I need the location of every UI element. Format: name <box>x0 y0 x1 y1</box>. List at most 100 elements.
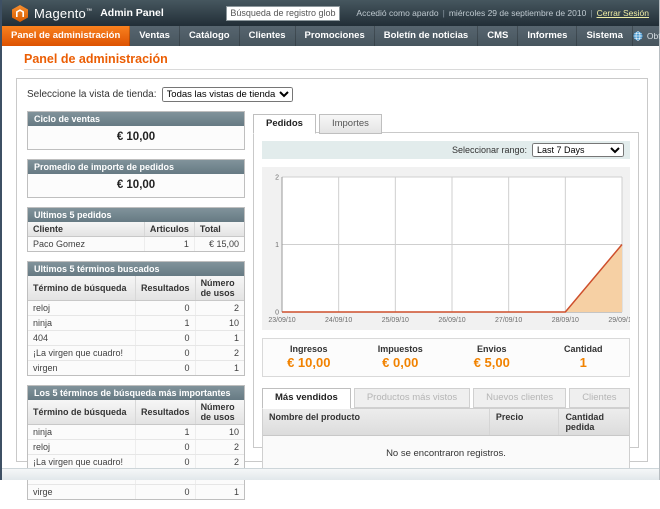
globe-icon <box>633 31 643 41</box>
col-results: Resultados <box>136 276 196 301</box>
last-search-title: Ultimos 5 términos buscados <box>28 262 244 276</box>
last-orders-table: Cliente Articulos Total Paco Gomez 1 € 1… <box>28 222 244 251</box>
logout-link[interactable]: Cerrar Sesión <box>597 8 649 18</box>
svg-text:26/09/10: 26/09/10 <box>438 317 465 324</box>
cell-results: 1 <box>136 316 196 331</box>
tab-amounts[interactable]: Importes <box>319 114 382 134</box>
metric-label: Impuestos <box>355 344 447 354</box>
table-header-row: Cliente Articulos Total <box>28 222 244 237</box>
metric-value: € 5,00 <box>446 355 538 370</box>
tab-most-viewed[interactable]: Productos más vistos <box>354 388 470 408</box>
cell-term: ninja <box>28 316 136 331</box>
cell-term: virge <box>28 485 136 500</box>
cell-term: 404 <box>28 331 136 346</box>
svg-text:0: 0 <box>275 310 279 317</box>
orders-chart-panel: Seleccionar rango: Last 7 Days 0 1 2 23/09/… <box>253 132 639 448</box>
metric-label: Cantidad <box>538 344 630 354</box>
tab-orders[interactable]: Pedidos <box>253 114 316 134</box>
range-strip: Seleccionar rango: Last 7 Days <box>262 141 630 159</box>
page-title: Panel de administración <box>24 52 168 66</box>
nav-item-newsletter[interactable]: Boletín de noticias <box>375 26 478 46</box>
cell-items: 1 <box>144 237 194 252</box>
nav-item-reports[interactable]: Informes <box>518 26 577 46</box>
col-total: Total <box>194 222 244 237</box>
tab-bestsellers[interactable]: Más vendidos <box>262 388 351 409</box>
nav-item-promotions[interactable]: Promociones <box>296 26 375 46</box>
brand-suffix-text: Admin Panel <box>100 7 164 19</box>
logged-in-text: Accedió como apardo <box>356 8 438 18</box>
cell-results: 0 <box>136 331 196 346</box>
svg-text:23/09/10: 23/09/10 <box>268 317 295 324</box>
svg-text:29/09/10: 29/09/10 <box>608 317 630 324</box>
cell-uses: 10 <box>195 425 244 440</box>
table-row[interactable]: reloj02 <box>28 301 244 316</box>
table-row[interactable]: ninja110 <box>28 316 244 331</box>
cell-term: ninja <box>28 425 136 440</box>
tab-customers[interactable]: Clientes <box>569 388 629 408</box>
metric-tax: Impuestos € 0,00 <box>355 344 447 370</box>
top-search-table: Término de búsqueda Resultados Número de… <box>28 400 244 499</box>
cell-results: 0 <box>136 346 196 361</box>
cell-term: ¡La virgen que cuadro! <box>28 346 136 361</box>
store-view-label: Seleccione la vista de tienda: <box>27 89 157 100</box>
col-quantity: Cantidad pedida <box>559 409 629 435</box>
svg-text:24/09/10: 24/09/10 <box>325 317 352 324</box>
last-search-table: Término de búsqueda Resultados Número de… <box>28 276 244 375</box>
last-orders-widget: Ultimos 5 pedidos Cliente Articulos Tota… <box>27 207 245 252</box>
table-row[interactable]: 40401 <box>28 331 244 346</box>
metric-label: Ingresos <box>263 344 355 354</box>
cell-term: reloj <box>28 440 136 455</box>
bestsellers-table: Nombre del producto Precio Cantidad pedi… <box>262 408 630 471</box>
svg-text:25/09/10: 25/09/10 <box>382 317 409 324</box>
nav-item-catalog[interactable]: Catálogo <box>180 26 240 46</box>
range-select[interactable]: Last 7 Days <box>532 143 624 157</box>
nav-item-cms[interactable]: CMS <box>478 26 518 46</box>
lifetime-sales-title: Ciclo de ventas <box>28 112 244 126</box>
col-items: Articulos <box>144 222 194 237</box>
header-session-info: Accedió como apardo|miércoles 29 de sept… <box>356 8 649 18</box>
col-uses: Número de usos <box>195 276 244 301</box>
average-order-title: Promedio de importe de pedidos <box>28 160 244 174</box>
cell-results: 0 <box>136 440 196 455</box>
nav-item-sales[interactable]: Ventas <box>130 26 180 46</box>
help-link[interactable]: Obtener ayuda para esta página <box>633 26 660 46</box>
table-row[interactable]: virgen01 <box>28 361 244 376</box>
lifetime-sales-widget: Ciclo de ventas € 10,00 <box>27 111 245 150</box>
svg-text:28/09/10: 28/09/10 <box>552 317 579 324</box>
store-view-row: Seleccione la vista de tienda: Todas las… <box>27 87 293 102</box>
svg-text:27/09/10: 27/09/10 <box>495 317 522 324</box>
nav-item-system[interactable]: Sistema <box>577 26 632 46</box>
col-term: Término de búsqueda <box>28 276 136 301</box>
lifetime-sales-value: € 10,00 <box>28 126 244 149</box>
cell-customer: Paco Gomez <box>28 237 144 252</box>
cell-term: virgen <box>28 361 136 376</box>
store-view-select[interactable]: Todas las vistas de tienda <box>162 87 293 102</box>
cell-uses: 2 <box>195 440 244 455</box>
table-row[interactable]: ¡La virgen que cuadro!02 <box>28 346 244 361</box>
empty-records-message: No se encontraron registros. <box>263 436 629 470</box>
top-search-widget: Los 5 términos de búsqueda más important… <box>27 385 245 500</box>
cell-results: 0 <box>136 301 196 316</box>
table-row[interactable]: Paco Gomez 1 € 15,00 <box>28 237 244 252</box>
col-product-name: Nombre del producto <box>263 409 490 435</box>
metric-quantity: Cantidad 1 <box>538 344 630 370</box>
global-search-input[interactable] <box>226 6 340 21</box>
main-nav: Panel de administración Ventas Catálogo … <box>2 26 659 46</box>
help-link-label: Obtener ayuda para esta página <box>647 31 660 41</box>
col-customer: Cliente <box>28 222 144 237</box>
svg-text:2: 2 <box>275 175 279 182</box>
nav-item-customers[interactable]: Clientes <box>240 26 296 46</box>
bestsellers-header-row: Nombre del producto Precio Cantidad pedi… <box>263 409 629 436</box>
metric-value: 1 <box>538 355 630 370</box>
tab-new-customers[interactable]: Nuevos clientes <box>473 388 566 408</box>
col-uses: Número de usos <box>195 400 244 425</box>
table-row[interactable]: reloj02 <box>28 440 244 455</box>
orders-chart: 0 1 2 23/09/10 24/09/10 25/09/10 26/09/10 27/09… <box>262 169 630 325</box>
svg-text:1: 1 <box>275 242 279 249</box>
table-row[interactable]: ninja110 <box>28 425 244 440</box>
nav-item-dashboard[interactable]: Panel de administración <box>2 26 130 46</box>
top-search-title: Los 5 términos de búsqueda más important… <box>28 386 244 400</box>
cell-uses: 10 <box>195 316 244 331</box>
table-row[interactable]: virge01 <box>28 485 244 500</box>
range-label: Seleccionar rango: <box>452 145 527 155</box>
